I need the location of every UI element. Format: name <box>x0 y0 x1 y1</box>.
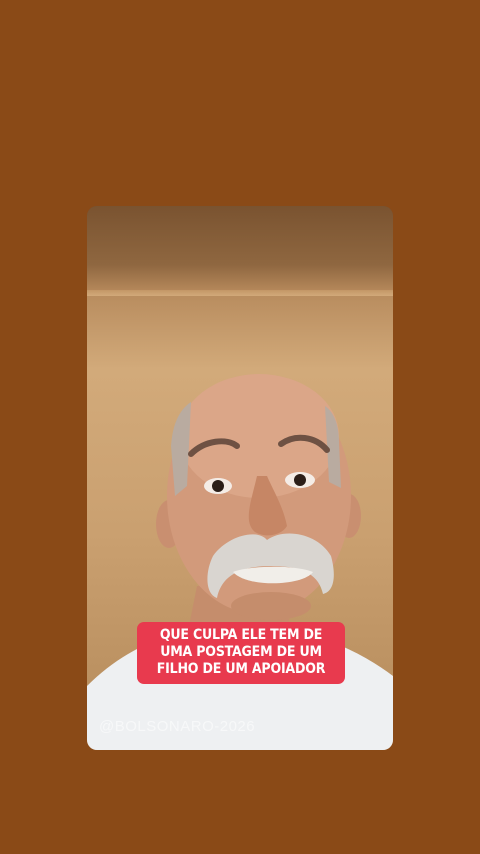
story-page: QUE CULPA ELE TEM DE UMA POSTAGEM DE UM … <box>0 0 480 854</box>
video-frame[interactable]: QUE CULPA ELE TEM DE UMA POSTAGEM DE UM … <box>87 206 393 750</box>
caption-overlay: QUE CULPA ELE TEM DE UMA POSTAGEM DE UM … <box>137 622 345 684</box>
caption-line-1: QUE CULPA ELE TEM DE <box>159 627 323 643</box>
watermark-handle: @BOLSONARO-2026 <box>99 718 256 735</box>
caption-line-2: UMA POSTAGEM DE UM <box>160 644 322 660</box>
caption-line-3: FILHO DE UM APOIADOR <box>156 661 326 677</box>
